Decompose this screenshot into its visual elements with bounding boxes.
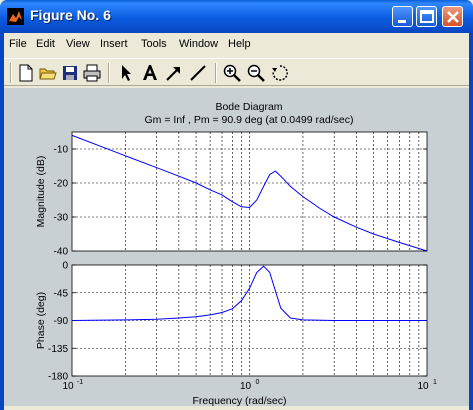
close-icon — [447, 11, 459, 23]
toolbar-grip — [10, 63, 12, 83]
matlab-logo-icon — [7, 8, 24, 25]
insert-text-icon[interactable] — [140, 63, 160, 83]
insert-arrow-icon[interactable] — [164, 63, 184, 83]
phase-xtick-label: 10 — [240, 381, 252, 392]
menu-tools[interactable]: Tools — [141, 38, 167, 50]
phase-xtick-label: 10 — [417, 381, 429, 392]
print-icon[interactable] — [82, 63, 102, 83]
zoom-out-icon[interactable] — [246, 63, 266, 83]
xlabel: Frequency (rad/sec) — [193, 395, 287, 406]
figure-title: Bode Diagram — [215, 101, 282, 113]
select-arrow-icon[interactable] — [116, 63, 136, 83]
magnitude-ytick-label: -20 — [54, 179, 69, 190]
magnitude-ytick-label: -30 — [54, 213, 69, 224]
phase-ytick-label: -135 — [48, 344, 68, 355]
phase-ytick-label: -90 — [54, 316, 69, 327]
phase-xtick-label: 10 — [62, 381, 74, 392]
new-file-icon[interactable] — [16, 63, 36, 83]
phase-xtick-exponent: -1 — [77, 379, 83, 386]
phase-xtick-exponent: 0 — [256, 379, 260, 386]
phase-ytick-label: 0 — [62, 261, 68, 272]
magnitude-ylabel: Magnitude (dB) — [35, 156, 47, 228]
open-folder-icon[interactable] — [38, 63, 58, 83]
menu-help[interactable]: Help — [228, 38, 251, 50]
save-icon[interactable] — [60, 63, 80, 83]
phase-axes: 0-45-90-135-180Phase (deg)10 -1 10 0 10 1Freq… — [35, 261, 437, 407]
menu-view[interactable]: View — [66, 38, 90, 50]
toolbar-separator — [215, 63, 217, 83]
magnitude-axes: -10 -20 -30 -40 Magnitude (dB) — [35, 131, 428, 258]
magnitude-ytick-label: -40 — [54, 247, 69, 258]
toolbar-separator — [108, 63, 110, 83]
menu-bar: File Edit View Insert Tools Window Help — [4, 34, 469, 55]
phase-ytick-label: -45 — [54, 288, 69, 299]
close-button[interactable] — [442, 6, 463, 27]
figure-subtitle: Gm = Inf , Pm = 90.9 deg (at 0.0499 rad/… — [145, 114, 354, 126]
bode-plot: Bode Diagram Gm = Inf , Pm = 90.9 deg (a… — [35, 101, 437, 407]
minimize-button[interactable] — [392, 6, 413, 27]
phase-ylabel: Phase (deg) — [35, 292, 47, 349]
window-title: Figure No. 6 — [30, 7, 111, 23]
rotate-icon[interactable] — [270, 63, 290, 83]
zoom-in-icon[interactable] — [222, 63, 242, 83]
window-frame-right — [469, 33, 473, 410]
menu-edit[interactable]: Edit — [36, 38, 55, 50]
figure-canvas: Bode Diagram Gm = Inf , Pm = 90.9 deg (a… — [4, 88, 469, 406]
menu-insert[interactable]: Insert — [100, 38, 128, 50]
minimize-icon — [398, 20, 406, 23]
magnitude-ytick-label: -10 — [54, 145, 69, 156]
insert-line-icon[interactable] — [188, 63, 208, 83]
maximize-icon — [420, 10, 434, 23]
phase-xtick-exponent: 1 — [433, 379, 437, 386]
maximize-button[interactable] — [416, 6, 437, 27]
title-bar[interactable]: Figure No. 6 — [0, 0, 473, 33]
menu-file[interactable]: File — [9, 38, 27, 50]
menu-window[interactable]: Window — [179, 38, 218, 50]
toolbar — [4, 58, 469, 86]
